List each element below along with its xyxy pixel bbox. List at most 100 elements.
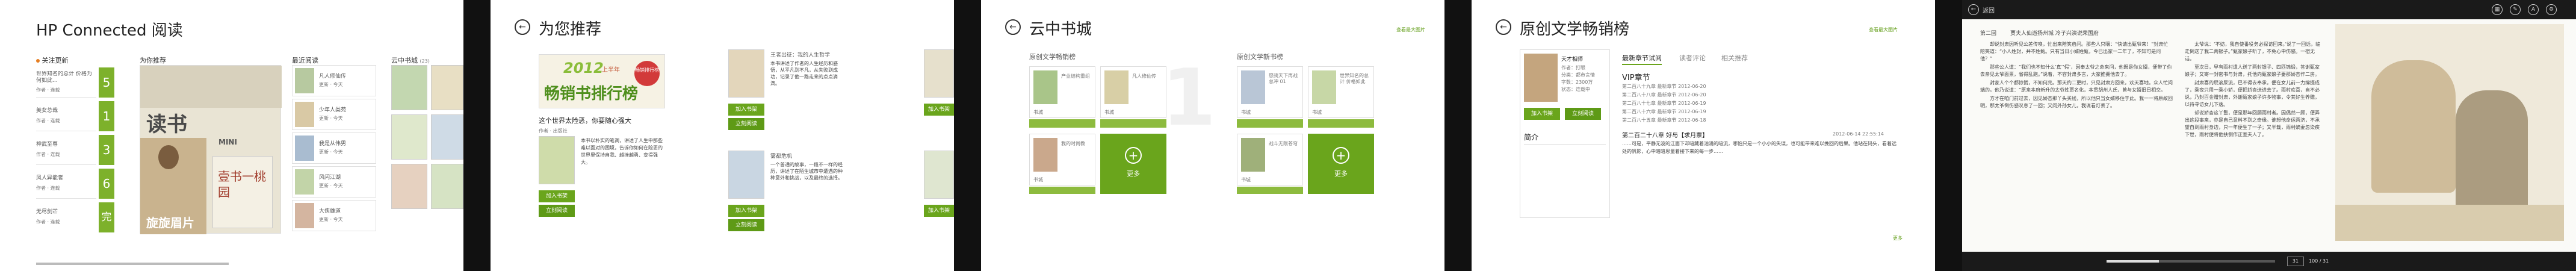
list-item[interactable]: 少年人类苑 更新 · 今天 <box>292 99 376 130</box>
back-label[interactable]: 返回 <box>1983 5 1995 14</box>
back-button[interactable]: ← <box>1496 19 1511 35</box>
read-now-button[interactable]: 立刻阅读 <box>728 219 764 231</box>
book-title[interactable]: 王者出征：我的人生哲学 <box>770 51 843 58</box>
read-now-button[interactable]: 立刻阅读 <box>728 118 764 130</box>
cloud-book[interactable] <box>391 65 427 110</box>
book-tile[interactable]: 产业结构重组 书城 <box>1029 66 1095 118</box>
progress-track[interactable] <box>2107 260 2275 263</box>
page-title: 为您推荐 <box>539 20 602 39</box>
cloud-book[interactable] <box>391 164 427 209</box>
person-head <box>158 145 179 169</box>
chapter-link[interactable]: 第二百八十八章 最新章节 2012-06-20 <box>1622 92 1706 98</box>
book-cover[interactable] <box>924 49 954 98</box>
read-now-button[interactable]: 立刻阅读 <box>1565 108 1601 120</box>
book-tile[interactable]: 战斗无限苍穹 书城 <box>1237 134 1303 185</box>
book-cover[interactable] <box>728 49 764 98</box>
list-item[interactable]: 凡人修仙传 更新 · 今天 <box>292 65 376 96</box>
cloud-book[interactable] <box>431 114 463 160</box>
read-now-button[interactable]: 立刻阅读 <box>539 205 575 217</box>
tab-latest[interactable]: 最新章节试阅 <box>1622 53 1662 65</box>
list-item[interactable]: 大侠雄道 更新 · 今天 <box>292 200 376 231</box>
paragraph: 封家人个个都惊慌，不知何兆。那天约二更时，只见封肃方回来，欢天喜地。众人忙问端的… <box>1980 80 2173 93</box>
paragraph: 那些公人道：“我们也不知什么‘真’‘假’，因奉太爷之命来问，他既是你女婿，便带了… <box>1980 64 2172 77</box>
book-description: 本书以朴实的笔调，讲述了人生中那些难以面对的困境，告诉你如何在险恶的世界里保持自… <box>581 138 663 165</box>
featured-chapter[interactable]: 第二百二十八章 好与【求月票】 <box>1622 130 1708 139</box>
column-title[interactable]: 原创文学畅销榜 <box>1029 52 1076 61</box>
add-to-shelf-button[interactable]: 加入书架 <box>728 205 764 217</box>
settings-icon[interactable]: ⚙ <box>2546 4 2557 15</box>
list-item[interactable]: 我是从伟男 更新 · 今天 <box>292 132 376 164</box>
list-item[interactable]: 美女总裁 作者 · 连载 <box>36 100 96 131</box>
page-total: 100 / 31 <box>2309 258 2329 264</box>
plus-icon: + <box>1125 147 1142 164</box>
column-title[interactable]: 原创文学新书榜 <box>1237 52 1283 61</box>
list-item[interactable]: 神武至尊 作者 · 连载 <box>36 134 96 165</box>
tile-cover <box>1241 70 1265 104</box>
tile-bar <box>1029 187 1095 194</box>
section-recommend[interactable]: 为你推荐 <box>140 55 166 65</box>
more-link[interactable]: 更多 <box>1893 235 1903 241</box>
book-cover[interactable] <box>539 136 575 184</box>
page-number-box[interactable]: 31 <box>2287 257 2304 266</box>
view-large-link[interactable]: 查看最大图片 <box>1396 26 1425 33</box>
chapter-number: 第二回 <box>1980 31 1997 37</box>
paragraph: 方才在咱门前过去，因见娇杏那丫头买线，所以他只当女婿移住于此。我一一将原故回明，… <box>1980 96 2173 108</box>
bookmark-icon[interactable]: ✎ <box>2510 4 2521 15</box>
tab-reviews[interactable]: 读者评论 <box>1679 53 1706 63</box>
book-tile[interactable]: 怒骑天下再战 总冲 01 书城 <box>1237 66 1303 118</box>
promo-pic-text: 旋旋眉片 <box>146 216 194 230</box>
book-cover[interactable] <box>728 151 764 199</box>
banner[interactable]: 2012 上半年 畅销书排行榜 畅销排行榜 <box>539 54 665 108</box>
paragraph: 却说娇杏这丫鬟，便是那年回顾雨村者。因偶然一顾，便弄出这段事来，亦是自己意料不到… <box>2185 110 2320 137</box>
promo-big-text: 读书 <box>146 113 187 137</box>
promo-mini: MINI <box>218 138 237 146</box>
back-icon[interactable]: ← <box>1968 4 1979 15</box>
chapter-link[interactable]: 第二百八十九章 最新章节 2012-06-20 <box>1622 83 1706 90</box>
recommend-collage[interactable]: 读书 MINI 旋旋眉片 壹书一桃园 <box>140 65 282 234</box>
section-recent[interactable]: 最近阅读 <box>292 55 318 65</box>
font-icon[interactable]: A <box>2528 4 2539 15</box>
list-item[interactable]: 无尽剑芒 作者 · 连载 <box>36 201 96 232</box>
back-button[interactable]: ← <box>1005 19 1021 35</box>
cloud-book[interactable] <box>431 65 463 110</box>
more-tile[interactable]: + 更多 <box>1100 134 1166 194</box>
book-cover[interactable] <box>924 151 954 199</box>
book-tile[interactable]: 我的时尚教 书城 <box>1029 134 1095 185</box>
screen-recommend: ← 为您推荐 2012 上半年 畅销书排行榜 畅销排行榜 这个世界太险恶，你要随… <box>491 0 954 271</box>
book-tile[interactable]: 世界知名的总计 价格如此 书城 <box>1308 66 1374 118</box>
count-badge: 5 <box>99 67 114 98</box>
section-cloud[interactable]: 云中书城 (23) <box>391 55 430 65</box>
paragraph: 封肃喜的屁滚尿流，巴不得去奉承，便在女儿前一力撺掇成了，乘夜只用一乘小轿，便把娇… <box>2185 80 2320 107</box>
list-item[interactable]: 世界知名的总计 价格为何如此... 作者 · 连载 <box>36 66 96 98</box>
dot-icon <box>36 59 40 63</box>
view-large-link[interactable]: 查看最大图片 <box>1869 26 1898 33</box>
book-title[interactable]: 这个世界太险恶，你要随心强大 <box>539 116 631 125</box>
add-to-shelf-button[interactable]: 加入书架 <box>539 190 575 202</box>
scrollbar[interactable] <box>36 263 229 265</box>
add-to-shelf-button[interactable]: 加入书架 <box>728 104 764 116</box>
back-button[interactable]: ← <box>515 19 530 35</box>
tile-cover <box>1033 70 1057 104</box>
illustration-figure <box>2456 90 2528 211</box>
tile-cover <box>1104 70 1129 104</box>
list-item[interactable]: 风人异能者 作者 · 连载 <box>36 167 96 199</box>
paragraph: 太爷说：‘不妨，我自使番役务必探访回来。’说了一回话，临走倒送了我二两银子。”甄… <box>2185 42 2321 61</box>
cloud-book[interactable] <box>431 164 463 209</box>
add-to-shelf-button[interactable]: 加入书架 <box>1524 108 1560 120</box>
add-to-shelf-button[interactable]: 加入书架 <box>924 205 954 217</box>
section-follow[interactable]: 关注更新 <box>36 55 69 65</box>
add-to-shelf-button[interactable]: 加入书架 <box>924 104 954 116</box>
more-tile[interactable]: + 更多 <box>1308 134 1374 194</box>
grid-icon[interactable]: ▦ <box>2492 4 2503 15</box>
paragraph: 却说封肃因听见公差传唤，忙出来陪笑启问。那些人只嚷：“快请出甄爷来！”封肃忙陪笑… <box>1980 42 2169 61</box>
chapter-link[interactable]: 第二百八十五章 最新章节 2012-06-18 <box>1622 117 1706 123</box>
tile-bar <box>1029 119 1095 128</box>
tab-related[interactable]: 相关推荐 <box>1721 53 1748 63</box>
book-cover[interactable] <box>1524 54 1558 102</box>
chapter-link[interactable]: 第二百八十七章 最新章节 2012-06-19 <box>1622 100 1706 107</box>
chapter-link[interactable]: 第二百八十六章 最新章节 2012-06-19 <box>1622 108 1706 115</box>
book-title[interactable]: 雾都危机 <box>770 152 843 160</box>
cloud-book[interactable] <box>391 114 427 160</box>
list-item[interactable]: 风闪江湖 更新 · 今天 <box>292 166 376 198</box>
book-tile[interactable]: 凡人修仙传 书城 <box>1100 66 1166 118</box>
